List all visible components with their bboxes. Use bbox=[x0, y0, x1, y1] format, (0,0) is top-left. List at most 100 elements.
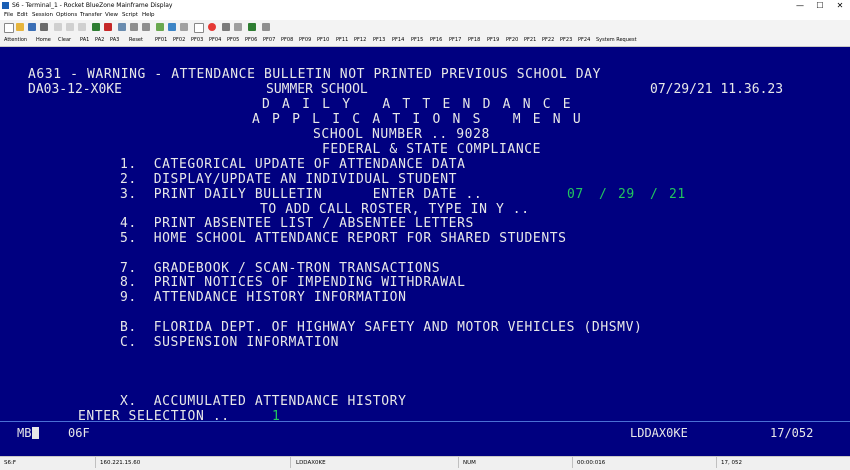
status-num-lock: NUM bbox=[463, 460, 476, 466]
attention-key[interactable]: Attention bbox=[4, 34, 27, 46]
pf22-key[interactable]: PF22 bbox=[542, 34, 554, 46]
screen-title-line1: D A I L Y A T T E N D A N C E bbox=[262, 97, 573, 112]
reset-key[interactable]: Reset bbox=[129, 34, 143, 46]
status-separator bbox=[290, 457, 291, 468]
pf09-key[interactable]: PF09 bbox=[299, 34, 311, 46]
save-icon[interactable] bbox=[28, 23, 36, 31]
bulletin-date-day-input[interactable]: 29 bbox=[618, 187, 635, 202]
paste-icon[interactable] bbox=[78, 23, 86, 31]
home-key[interactable]: Home bbox=[36, 34, 51, 46]
keyboard-icon[interactable] bbox=[168, 23, 176, 31]
pf23-key[interactable]: PF23 bbox=[560, 34, 572, 46]
menu-option-c: C. SUSPENSION INFORMATION bbox=[120, 335, 340, 350]
play-icon[interactable] bbox=[248, 23, 256, 31]
macro-icon[interactable] bbox=[180, 23, 188, 31]
bulletin-date-separator-1: / bbox=[599, 187, 608, 202]
cursor-block bbox=[32, 427, 40, 439]
menu-options[interactable]: Options bbox=[56, 11, 77, 20]
status-separator bbox=[572, 457, 573, 468]
pause-icon[interactable] bbox=[234, 23, 242, 31]
pf21-key[interactable]: PF21 bbox=[524, 34, 536, 46]
menu-transfer[interactable]: Transfer bbox=[80, 11, 102, 20]
screen-id: DA03-12-X0KE bbox=[28, 82, 122, 97]
bulletin-date-separator-2: / bbox=[650, 187, 659, 202]
open-folder-icon[interactable] bbox=[16, 23, 24, 31]
menu-help[interactable]: Help bbox=[142, 11, 155, 20]
pa3-key[interactable]: PA3 bbox=[110, 34, 119, 46]
record-icon[interactable] bbox=[208, 23, 216, 31]
pf15-key[interactable]: PF15 bbox=[411, 34, 423, 46]
status-host-address: 160.221.15.60 bbox=[100, 460, 141, 466]
window-title: S6 - Terminal_1 - Rocket BlueZone Mainfr… bbox=[12, 2, 173, 9]
call-roster-prompt: TO ADD CALL ROSTER, TYPE IN Y .. bbox=[260, 202, 530, 217]
pf01-key[interactable]: PF01 bbox=[155, 34, 167, 46]
status-connect-timer: 00:00:016 bbox=[577, 460, 606, 466]
menu-script[interactable]: Script bbox=[122, 11, 138, 20]
menu-file[interactable]: File bbox=[4, 11, 13, 20]
properties-icon[interactable] bbox=[142, 23, 150, 31]
pf02-key[interactable]: PF02 bbox=[173, 34, 185, 46]
disconnect-icon[interactable] bbox=[104, 23, 112, 31]
recolor-icon[interactable] bbox=[156, 23, 164, 31]
pa1-key[interactable]: PA1 bbox=[80, 34, 89, 46]
pf17-key[interactable]: PF17 bbox=[449, 34, 461, 46]
pf03-key[interactable]: PF03 bbox=[191, 34, 203, 46]
status-separator bbox=[716, 457, 717, 468]
pf20-key[interactable]: PF20 bbox=[506, 34, 518, 46]
status-separator bbox=[458, 457, 459, 468]
menu-option-4: 4. PRINT ABSENTEE LIST / ABSENTEE LETTER… bbox=[120, 216, 474, 231]
pf06-key[interactable]: PF06 bbox=[245, 34, 257, 46]
oia-cursor-position: 17/052 bbox=[770, 426, 814, 440]
oia-code: 06F bbox=[68, 426, 90, 440]
pf19-key[interactable]: PF19 bbox=[487, 34, 499, 46]
pf08-key[interactable]: PF08 bbox=[281, 34, 293, 46]
pf24-key[interactable]: PF24 bbox=[578, 34, 590, 46]
pf11-key[interactable]: PF11 bbox=[336, 34, 348, 46]
pf-key-bar: Attention Home Clear PA1 PA2 PA3 Reset P… bbox=[0, 34, 850, 47]
pf13-key[interactable]: PF13 bbox=[373, 34, 385, 46]
terminal-screen[interactable]: A631 - WARNING - ATTENDANCE BULLETIN NOT… bbox=[0, 47, 850, 456]
transfer-icon[interactable] bbox=[118, 23, 126, 31]
date-time: 07/29/21 11.36.23 bbox=[650, 82, 784, 97]
bulletin-date-month-input[interactable]: 07 bbox=[567, 187, 584, 202]
oia-status-indicator: MB bbox=[17, 426, 40, 440]
print-icon[interactable] bbox=[40, 23, 48, 31]
close-button[interactable]: ✕ bbox=[830, 0, 850, 11]
status-session: S6:F bbox=[4, 460, 17, 466]
menu-session[interactable]: Session bbox=[32, 11, 53, 20]
warning-message: A631 - WARNING - ATTENDANCE BULLETIN NOT… bbox=[28, 67, 602, 82]
menu-view[interactable]: View bbox=[105, 11, 118, 20]
settings-icon[interactable] bbox=[130, 23, 138, 31]
pf05-key[interactable]: PF05 bbox=[227, 34, 239, 46]
menu-option-7: 7. GRADEBOOK / SCAN-TRON TRANSACTIONS bbox=[120, 261, 441, 276]
stop-icon[interactable] bbox=[222, 23, 230, 31]
pf04-key[interactable]: PF04 bbox=[209, 34, 221, 46]
pf10-key[interactable]: PF10 bbox=[317, 34, 329, 46]
menu-bar: File Edit Session Options Transfer View … bbox=[0, 11, 850, 20]
menu-option-1: 1. CATEGORICAL UPDATE OF ATTENDANCE DATA bbox=[120, 157, 466, 172]
menu-option-5: 5. HOME SCHOOL ATTENDANCE REPORT FOR SHA… bbox=[120, 231, 567, 246]
new-document-icon[interactable] bbox=[4, 23, 14, 33]
cut-icon[interactable] bbox=[54, 23, 62, 31]
connect-icon[interactable] bbox=[92, 23, 100, 31]
bulletin-date-year-input[interactable]: 21 bbox=[669, 187, 686, 202]
toolbar bbox=[0, 20, 850, 34]
pf12-key[interactable]: PF12 bbox=[354, 34, 366, 46]
menu-edit[interactable]: Edit bbox=[17, 11, 28, 20]
status-lu-name: LDDAX0KE bbox=[296, 460, 326, 466]
pf16-key[interactable]: PF16 bbox=[430, 34, 442, 46]
pf07-key[interactable]: PF07 bbox=[263, 34, 275, 46]
title-bar: S6 - Terminal_1 - Rocket BlueZone Mainfr… bbox=[0, 0, 850, 11]
system-request-key[interactable]: System Request bbox=[596, 34, 637, 46]
maximize-button[interactable]: ☐ bbox=[810, 0, 830, 11]
copy-icon[interactable] bbox=[66, 23, 74, 31]
document-icon[interactable] bbox=[194, 23, 204, 33]
clear-key[interactable]: Clear bbox=[58, 34, 71, 46]
minimize-button[interactable]: — bbox=[790, 0, 810, 11]
pf18-key[interactable]: PF18 bbox=[468, 34, 480, 46]
pa2-key[interactable]: PA2 bbox=[95, 34, 104, 46]
script-icon[interactable] bbox=[262, 23, 270, 31]
status-cursor-position: 17, 052 bbox=[721, 460, 742, 466]
pf14-key[interactable]: PF14 bbox=[392, 34, 404, 46]
menu-option-9: 9. ATTENDANCE HISTORY INFORMATION bbox=[120, 290, 407, 305]
